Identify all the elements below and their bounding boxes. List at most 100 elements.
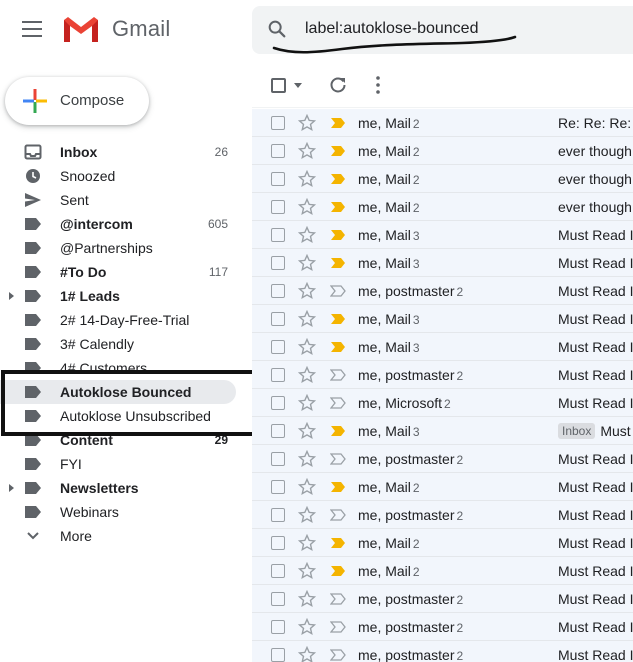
row-checkbox[interactable]	[271, 508, 285, 522]
main-menu-icon[interactable]	[22, 21, 42, 37]
mail-row[interactable]: me, Mail 3 Must Read I	[252, 221, 633, 249]
select-all-checkbox[interactable]	[271, 78, 286, 93]
gmail-logo-icon[interactable]	[62, 14, 100, 44]
mail-row[interactable]: me, postmaster 2 Must Read I	[252, 277, 633, 305]
row-checkbox[interactable]	[271, 648, 285, 662]
sidebar-item-leads[interactable]: 1# Leads	[0, 284, 250, 308]
sidebar-item-partnerships[interactable]: @Partnerships	[0, 236, 250, 260]
important-marker-icon[interactable]	[330, 509, 346, 521]
row-checkbox[interactable]	[271, 116, 285, 130]
important-marker-icon[interactable]	[330, 453, 346, 465]
row-checkbox[interactable]	[271, 452, 285, 466]
row-checkbox[interactable]	[271, 480, 285, 494]
important-marker-icon[interactable]	[330, 285, 346, 297]
star-icon[interactable]	[298, 646, 316, 662]
important-marker-icon[interactable]	[330, 341, 346, 353]
important-marker-icon[interactable]	[330, 173, 346, 185]
mail-row[interactable]: me, postmaster 2 Must Read I	[252, 501, 633, 529]
star-icon[interactable]	[298, 114, 316, 132]
mail-row[interactable]: me, Mail 2 ever though	[252, 165, 633, 193]
sidebar-item-webinars[interactable]: Webinars	[0, 500, 250, 524]
row-checkbox[interactable]	[271, 424, 285, 438]
important-marker-icon[interactable]	[330, 201, 346, 213]
mail-row[interactable]: me, Mail 2 Must Read I	[252, 529, 633, 557]
mail-row[interactable]: me, Mail 2 ever though	[252, 193, 633, 221]
sidebar-item-snoozed[interactable]: Snoozed	[0, 164, 250, 188]
row-checkbox[interactable]	[271, 200, 285, 214]
sidebar-item-fyi[interactable]: FYI	[0, 452, 250, 476]
star-icon[interactable]	[298, 254, 316, 272]
row-checkbox[interactable]	[271, 284, 285, 298]
star-icon[interactable]	[298, 450, 316, 468]
star-icon[interactable]	[298, 534, 316, 552]
row-checkbox[interactable]	[271, 340, 285, 354]
star-icon[interactable]	[298, 282, 316, 300]
mail-row[interactable]: me, postmaster 2 Must Read I	[252, 585, 633, 613]
star-icon[interactable]	[298, 226, 316, 244]
row-checkbox[interactable]	[271, 228, 285, 242]
mail-row[interactable]: me, postmaster 2 Must Read I	[252, 641, 633, 662]
star-icon[interactable]	[298, 394, 316, 412]
select-dropdown-icon[interactable]	[294, 83, 302, 88]
row-checkbox[interactable]	[271, 312, 285, 326]
important-marker-icon[interactable]	[330, 649, 346, 661]
mail-row[interactable]: me, postmaster 2 Must Read I	[252, 361, 633, 389]
important-marker-icon[interactable]	[330, 537, 346, 549]
sidebar-item-newsletters[interactable]: Newsletters	[0, 476, 250, 500]
important-marker-icon[interactable]	[330, 313, 346, 325]
mail-row[interactable]: me, postmaster 2 Must Read I	[252, 613, 633, 641]
row-checkbox[interactable]	[271, 256, 285, 270]
mail-row[interactable]: me, Mail 2 ever though	[252, 137, 633, 165]
mail-row[interactable]: me, Mail 3 Inbox Must	[252, 417, 633, 445]
row-checkbox[interactable]	[271, 592, 285, 606]
star-icon[interactable]	[298, 198, 316, 216]
star-icon[interactable]	[298, 478, 316, 496]
mail-row[interactable]: me, Mail 2 Must Read I	[252, 473, 633, 501]
important-marker-icon[interactable]	[330, 257, 346, 269]
row-checkbox[interactable]	[271, 368, 285, 382]
sidebar-item-inbox[interactable]: Inbox 26	[0, 140, 250, 164]
mail-row[interactable]: me, Mail 3 Must Read I	[252, 305, 633, 333]
important-marker-icon[interactable]	[330, 425, 346, 437]
sidebar-item-calendly[interactable]: 3# Calendly	[0, 332, 250, 356]
important-marker-icon[interactable]	[330, 565, 346, 577]
important-marker-icon[interactable]	[330, 593, 346, 605]
row-checkbox[interactable]	[271, 564, 285, 578]
important-marker-icon[interactable]	[330, 117, 346, 129]
important-marker-icon[interactable]	[330, 621, 346, 633]
row-checkbox[interactable]	[271, 172, 285, 186]
row-checkbox[interactable]	[271, 144, 285, 158]
star-icon[interactable]	[298, 422, 316, 440]
important-marker-icon[interactable]	[330, 481, 346, 493]
star-icon[interactable]	[298, 506, 316, 524]
sidebar-item-sent[interactable]: Sent	[0, 188, 250, 212]
more-vert-icon[interactable]	[376, 76, 380, 94]
mail-row[interactable]: me, Microsoft 2 Must Read I	[252, 389, 633, 417]
sidebar-item-intercom[interactable]: @intercom 605	[0, 212, 250, 236]
expand-arrow-icon[interactable]	[9, 292, 14, 300]
important-marker-icon[interactable]	[330, 369, 346, 381]
sidebar-item-free-trial[interactable]: 2# 14-Day-Free-Trial	[0, 308, 250, 332]
star-icon[interactable]	[298, 590, 316, 608]
star-icon[interactable]	[298, 562, 316, 580]
row-checkbox[interactable]	[271, 396, 285, 410]
star-icon[interactable]	[298, 618, 316, 636]
sidebar-item-to-do[interactable]: #To Do 117	[0, 260, 250, 284]
star-icon[interactable]	[298, 170, 316, 188]
important-marker-icon[interactable]	[330, 145, 346, 157]
mail-row[interactable]: me, Mail 2 Must Read I	[252, 557, 633, 585]
mail-row[interactable]: me, Mail 3 Must Read I	[252, 249, 633, 277]
star-icon[interactable]	[298, 338, 316, 356]
expand-arrow-icon[interactable]	[9, 484, 14, 492]
star-icon[interactable]	[298, 142, 316, 160]
sidebar-item-more[interactable]: More	[0, 524, 250, 548]
important-marker-icon[interactable]	[330, 229, 346, 241]
star-icon[interactable]	[298, 366, 316, 384]
refresh-icon[interactable]	[329, 76, 347, 94]
star-icon[interactable]	[298, 310, 316, 328]
compose-button[interactable]: Compose	[5, 77, 149, 125]
mail-row[interactable]: me, Mail 3 Must Read I	[252, 333, 633, 361]
mail-row[interactable]: me, postmaster 2 Must Read I	[252, 445, 633, 473]
row-checkbox[interactable]	[271, 536, 285, 550]
row-checkbox[interactable]	[271, 620, 285, 634]
